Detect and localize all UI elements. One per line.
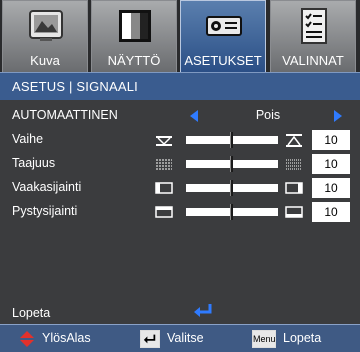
menu-key-icon: Menu [252,330,276,348]
enter-arrow-icon [143,334,156,344]
frequency-icon [286,159,302,170]
tab-label: VALINNAT [282,53,344,68]
vertical-position-icon [155,206,173,218]
projector-icon [206,16,242,36]
select-hint: Valitse [140,330,230,348]
tab-settings[interactable]: ASETUKSET [180,0,266,72]
frequency-icon [156,159,172,170]
display-icon [119,10,151,42]
tab-label: Kuva [30,53,60,68]
picture-icon [29,10,63,41]
checklist-icon [301,8,327,44]
tab-label: ASETUKSET [184,53,262,68]
select-label: Valitse [167,331,204,345]
updown-hint: YlösAlas [18,330,118,348]
horizontal-position-label: Vaakasijainti [12,180,82,194]
horizontal-position-value: 10 [312,178,350,198]
horizontal-position-row[interactable]: Vaakasijainti 10 [0,176,360,200]
tab-picture[interactable]: Kuva [2,0,88,72]
slider-knob[interactable] [230,180,233,196]
phase-value: 10 [312,130,350,150]
enter-key-icon [140,330,160,348]
phase-row[interactable]: Vaihe 10 [0,128,360,152]
page-title: ASETUS | SIGNAALI [12,79,138,94]
automatic-value: Pois [255,108,281,122]
automatic-row[interactable]: AUTOMAATTINEN Pois [0,104,360,128]
updown-arrows-icon [20,331,34,347]
footer-bar: YlösAlas Valitse Menu Lopeta [0,324,360,352]
phase-slider[interactable] [186,132,278,148]
vertical-position-slider[interactable] [186,204,278,220]
phase-icon [156,136,172,146]
tab-bar: Kuva NÄYTTÖ ASETUKSET VALINNAT [0,0,360,72]
horizontal-position-icon [155,182,173,194]
horizontal-position-icon [285,182,303,194]
enter-icon[interactable] [192,302,214,320]
updown-label: YlösAlas [42,331,91,345]
phase-label: Vaihe [12,132,44,146]
phase-icon [286,134,302,147]
slider-knob[interactable] [230,204,233,220]
arrow-left-icon[interactable] [190,110,198,122]
automatic-label: AUTOMAATTINEN [12,108,118,122]
tab-options[interactable]: VALINNAT [270,0,356,72]
slider-knob[interactable] [230,156,233,172]
frequency-label: Taajuus [12,156,56,170]
vertical-position-value: 10 [312,202,350,222]
horizontal-position-slider[interactable] [186,180,278,196]
frequency-row[interactable]: Taajuus 10 [0,152,360,176]
footer-exit-label: Lopeta [283,331,322,345]
exit-hint: Menu Lopeta [252,330,352,348]
frequency-value: 10 [312,154,350,174]
tab-label: NÄYTTÖ [107,53,161,68]
vertical-position-icon [285,206,303,218]
tab-display[interactable]: NÄYTTÖ [91,0,177,72]
arrow-right-icon[interactable] [334,110,342,122]
frequency-slider[interactable] [186,156,278,172]
exit-row[interactable]: Lopeta [0,300,360,324]
vertical-position-label: Pystysijainti [12,204,78,218]
menu-key-label: Menu [253,334,276,344]
osd-menu: Kuva NÄYTTÖ ASETUKSET VALINNAT ASETUS | … [0,0,360,352]
page-title-bar: ASETUS | SIGNAALI [0,72,360,100]
vertical-position-row[interactable]: Pystysijainti 10 [0,200,360,224]
slider-knob[interactable] [230,132,233,148]
exit-label: Lopeta [12,306,51,320]
